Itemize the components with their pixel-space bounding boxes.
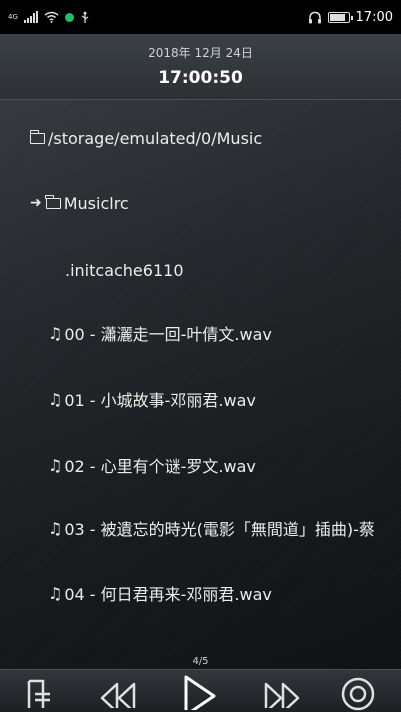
list-item-label: Musiclrc [63, 193, 129, 213]
settings-icon[interactable] [340, 676, 376, 712]
list-item-label: /storage/emulated/0/Music [48, 128, 263, 148]
music-note-icon: ♫ [48, 455, 63, 475]
list-item-label: 01 - 小城故事-邓丽君.wav [64, 391, 256, 410]
status-bar: 4G 17:00 [0, 0, 401, 34]
list-item-label: 04 - 何日君再来-邓丽君.wav [64, 585, 272, 604]
music-note-icon: ♫ [48, 583, 63, 603]
header-date: 2018年 12月 24日 [148, 46, 253, 60]
music-note-icon: ♫ [48, 389, 63, 409]
list-item-folder-root[interactable]: /storage/emulated/0/Music [0, 116, 401, 160]
list-item-label: 00 - 瀟灑走一回-叶倩文.wav [64, 325, 272, 344]
list-item-folder-current[interactable]: ➜ Musiclrc [0, 181, 401, 225]
list-item-audio[interactable]: ♫ 04 - 何日君再来-邓丽君.wav [0, 571, 401, 615]
fast-forward-icon[interactable] [262, 678, 302, 708]
signal-icon [23, 11, 38, 23]
header-time: 17:00:50 [158, 68, 243, 88]
folder-icon [29, 129, 45, 144]
page-indicator: 4/5 [192, 656, 209, 667]
headphones-icon [308, 11, 321, 23]
list-item-audio[interactable]: ♫ 02 - 心里有个谜-罗文.wav [0, 443, 401, 487]
playlist-icon[interactable] [26, 678, 52, 708]
list-item-label: 02 - 心里有个谜-罗文.wav [64, 457, 256, 476]
music-note-icon: ♫ [48, 323, 63, 343]
arrow-right-icon: ➜ [30, 195, 42, 211]
list-item-audio[interactable]: ♫ 03 - 被遺忘的時光(電影「無間道」插曲)-蔡 [0, 506, 401, 550]
list-item-audio[interactable]: ♫ 00 - 瀟灑走一回-叶倩文.wav [0, 311, 401, 355]
notification-dot-icon [64, 12, 74, 22]
list-item-label: .initcache6110 [65, 260, 184, 280]
music-player-app: 2018年 12月 24日 17:00:50 /storage/emulated… [0, 34, 401, 712]
wifi-icon [44, 11, 59, 23]
folder-icon [45, 194, 61, 209]
status-time: 17:00 [355, 9, 393, 25]
list-item-file[interactable]: .initcache6110 [0, 248, 401, 292]
header: 2018年 12月 24日 17:00:50 [0, 34, 401, 100]
usb-icon [81, 10, 89, 23]
playback-controls [0, 669, 401, 712]
network-type-label: 4G [8, 12, 18, 21]
list-item-audio[interactable]: ♫ 01 - 小城故事-邓丽君.wav [0, 377, 401, 421]
music-note-icon: ♫ [48, 518, 63, 538]
list-item-label: 03 - 被遺忘的時光(電影「無間道」插曲)-蔡 [64, 520, 375, 539]
play-icon[interactable] [180, 674, 220, 710]
rewind-icon[interactable] [98, 678, 138, 708]
battery-icon [327, 11, 353, 23]
